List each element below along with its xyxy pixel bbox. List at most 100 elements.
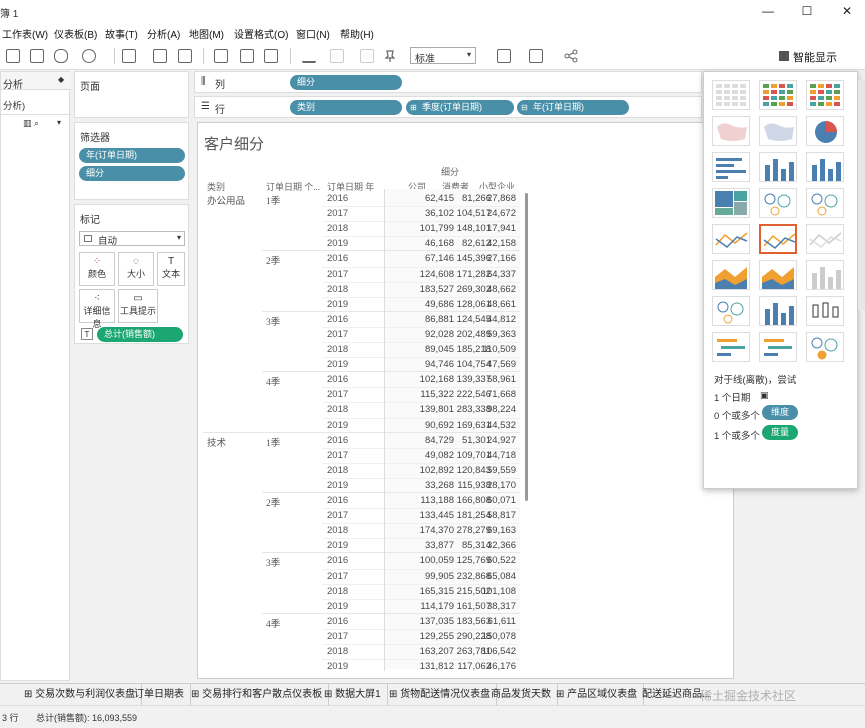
tab-trade-ranking[interactable]: ⊞ 交易排行和客户散点仪表板	[185, 684, 330, 706]
year-label[interactable]: 2019	[327, 540, 348, 551]
year-label[interactable]: 2019	[327, 480, 348, 491]
group-icon[interactable]	[330, 49, 344, 63]
cell-small-business[interactable]: 32,366	[456, 540, 516, 551]
cell-small-business[interactable]: 71,668	[456, 389, 516, 400]
chart-type-lineA-icon[interactable]	[712, 224, 750, 254]
chart-type-bullet-icon[interactable]	[759, 332, 797, 362]
chart-type-box-icon[interactable]	[806, 296, 844, 326]
year-label[interactable]: 2016	[327, 374, 348, 385]
category-label[interactable]: 办公用品	[207, 193, 245, 207]
year-label[interactable]: 2018	[327, 284, 348, 295]
menu-analysis[interactable]: 分析(A)	[147, 26, 180, 41]
datasource-icon[interactable]	[54, 49, 68, 63]
swap-icon[interactable]	[214, 49, 228, 63]
presentation-icon[interactable]	[529, 49, 543, 63]
pages-shelf[interactable]: 页面	[74, 71, 189, 118]
view-scrollbar[interactable]	[525, 193, 528, 501]
year-label[interactable]: 2017	[327, 269, 348, 280]
cell-small-business[interactable]: 48,661	[456, 299, 516, 310]
cell-small-business[interactable]: 44,718	[456, 450, 516, 461]
sort-desc-icon[interactable]	[264, 49, 278, 63]
highlight-icon[interactable]	[302, 49, 316, 63]
chart-type-scatter-icon[interactable]	[712, 296, 750, 326]
cell-small-business[interactable]: 48,662	[456, 284, 516, 295]
quarter-label[interactable]: 1季	[266, 193, 280, 207]
columns-pill-segment[interactable]: 细分	[290, 75, 402, 90]
minimize-button[interactable]: —	[758, 3, 778, 19]
tab-trade-profit[interactable]: ⊞ 交易次数与利润仪表盘	[18, 684, 143, 706]
chart-type-lineB-icon[interactable]	[759, 224, 797, 254]
maximize-button[interactable]: ☐	[797, 3, 817, 19]
chart-type-area-icon[interactable]	[712, 260, 750, 290]
chart-type-highlight-icon[interactable]	[806, 80, 844, 110]
year-label[interactable]: 2018	[327, 586, 348, 597]
cell-small-business[interactable]: 44,532	[456, 420, 516, 431]
pane-menu-icon[interactable]: ▾	[57, 118, 61, 127]
sum-sales-pill[interactable]: 总计(销售额)	[97, 327, 183, 342]
tab-ship-days[interactable]: 商品发货天数	[485, 684, 558, 706]
new-sheet-icon[interactable]	[122, 49, 136, 63]
pane-toggle-icon[interactable]: ◆	[58, 75, 64, 84]
year-label[interactable]: 2016	[327, 555, 348, 566]
pin-icon[interactable]	[383, 49, 397, 63]
cell-small-business[interactable]: 59,559	[456, 465, 516, 476]
rows-pill-category[interactable]: 类别	[290, 100, 402, 115]
cell-small-business[interactable]: 61,611	[456, 616, 516, 627]
chart-type-map-icon[interactable]	[712, 116, 750, 146]
color-mark-button[interactable]: ⁘ 颜色	[79, 252, 115, 286]
year-label[interactable]: 2018	[327, 223, 348, 234]
chart-type-heat-icon[interactable]	[759, 80, 797, 110]
close-button[interactable]: ✕	[837, 3, 857, 19]
year-label[interactable]: 2017	[327, 571, 348, 582]
quarter-label[interactable]: 4季	[266, 616, 280, 630]
list-view-icon[interactable]: ▥ ⌕	[23, 118, 39, 129]
duplicate-sheet-icon[interactable]	[153, 49, 167, 63]
chart-type-area2-icon[interactable]	[759, 260, 797, 290]
cell-small-business[interactable]: 106,542	[456, 646, 516, 657]
tab-order-date[interactable]: 订单日期表	[128, 684, 191, 706]
year-label[interactable]: 2017	[327, 510, 348, 521]
quarter-label[interactable]: 3季	[266, 555, 280, 569]
quarter-label[interactable]: 3季	[266, 314, 280, 328]
chart-type-tree-icon[interactable]	[712, 188, 750, 218]
menu-format[interactable]: 设置格式(O)	[234, 26, 288, 41]
filter-pill-segment[interactable]: 细分	[79, 166, 185, 181]
rows-pill-year[interactable]: ⊟ 年(订单日期)	[517, 100, 629, 115]
chart-type-vbar-icon[interactable]	[806, 152, 844, 182]
cell-small-business[interactable]: 69,163	[456, 525, 516, 536]
sort-asc-icon[interactable]	[240, 49, 254, 63]
tab-product-region[interactable]: ⊞ 产品区域仪表盘	[550, 684, 645, 706]
menu-worksheet[interactable]: 工作表(W)	[2, 26, 48, 41]
chart-type-table-icon[interactable]	[712, 80, 750, 110]
year-label[interactable]: 2019	[327, 238, 348, 249]
chart-type-vbar2-icon[interactable]	[806, 260, 844, 290]
year-label[interactable]: 2016	[327, 616, 348, 627]
cell-small-business[interactable]: 64,337	[456, 269, 516, 280]
mark-type-select[interactable]: 自动 ▾	[79, 231, 185, 247]
year-label[interactable]: 2017	[327, 450, 348, 461]
detail-mark-button[interactable]: ⁖ 详细信息	[79, 289, 115, 329]
menu-help[interactable]: 帮助(H)	[340, 26, 374, 41]
menu-story[interactable]: 故事(T)	[105, 26, 138, 41]
refresh-icon[interactable]	[82, 49, 96, 63]
tooltip-mark-button[interactable]: ▭ 工具提示	[118, 289, 158, 323]
menu-map[interactable]: 地图(M)	[189, 26, 224, 41]
cell-small-business[interactable]: 58,817	[456, 510, 516, 521]
chart-type-circle-icon[interactable]	[759, 188, 797, 218]
cell-small-business[interactable]: 58,961	[456, 374, 516, 385]
cell-small-business[interactable]: 17,941	[456, 223, 516, 234]
save-icon[interactable]	[6, 49, 20, 63]
year-label[interactable]: 2016	[327, 253, 348, 264]
smart-show-button[interactable]: 智能显示	[775, 45, 855, 67]
fit-select[interactable]: 标准 ▾	[410, 47, 476, 65]
year-label[interactable]: 2018	[327, 465, 348, 476]
chart-type-map2-icon[interactable]	[759, 116, 797, 146]
cell-small-business[interactable]: 46,176	[456, 661, 516, 672]
year-label[interactable]: 2016	[327, 495, 348, 506]
cell-small-business[interactable]: 110,509	[456, 344, 516, 355]
quarter-label[interactable]: 1季	[266, 435, 280, 449]
cell-small-business[interactable]: 59,363	[456, 329, 516, 340]
year-label[interactable]: 2019	[327, 661, 348, 672]
cell-small-business[interactable]: 24,672	[456, 208, 516, 219]
category-label[interactable]: 技术	[207, 435, 226, 449]
